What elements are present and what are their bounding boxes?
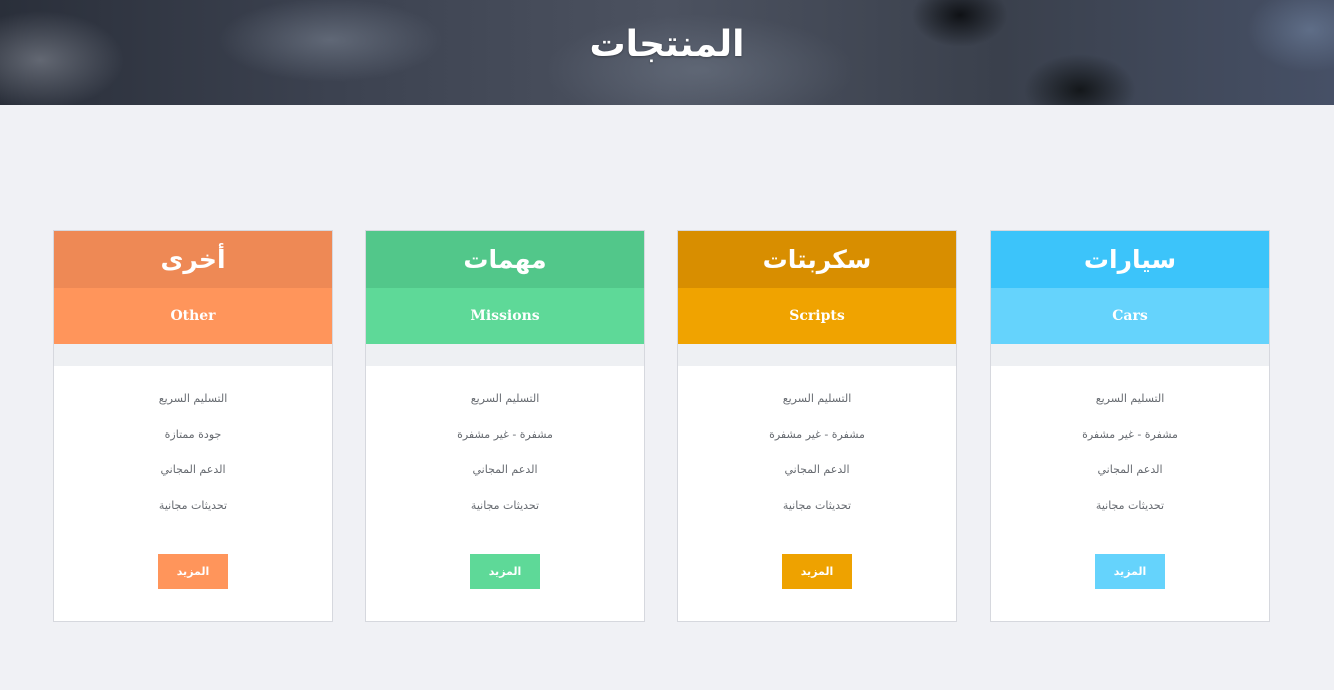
card-divider: [991, 344, 1269, 366]
card-divider: [366, 344, 644, 366]
feature-item: الدعم المجاني: [784, 463, 850, 476]
product-card-other: أخرى Other التسليم السريع جودة ممتازة ال…: [53, 230, 333, 622]
feature-item: تحديثات مجانية: [1095, 498, 1165, 512]
product-card-cars: سيارات Cars التسليم السريع مشفرة - غير م…: [990, 230, 1270, 622]
feature-item: تحديثات مجانية: [782, 498, 852, 512]
product-card-scripts: سكربتات Scripts التسليم السريع مشفرة - غ…: [677, 230, 957, 622]
card-title: سيارات: [991, 231, 1269, 288]
feature-list: التسليم السريع مشفرة - غير مشفرة الدعم ا…: [991, 366, 1269, 530]
feature-list: التسليم السريع مشفرة - غير مشفرة الدعم ا…: [678, 366, 956, 530]
feature-item: مشفرة - غير مشفرة: [457, 427, 553, 441]
feature-item: مشفرة - غير مشفرة: [1082, 427, 1178, 441]
more-button[interactable]: المزيد: [1095, 554, 1165, 589]
feature-item: الدعم المجاني: [472, 463, 538, 476]
feature-item: الدعم المجاني: [160, 463, 226, 476]
feature-list: التسليم السريع جودة ممتازة الدعم المجاني…: [54, 366, 332, 530]
feature-item: تحديثات مجانية: [470, 498, 540, 512]
card-divider: [54, 344, 332, 366]
card-subtitle: Cars: [991, 288, 1269, 344]
more-button[interactable]: المزيد: [782, 554, 852, 589]
feature-item: جودة ممتازة: [164, 427, 222, 441]
card-title: أخرى: [54, 231, 332, 288]
card-title: مهمات: [366, 231, 644, 288]
feature-item: الدعم المجاني: [1097, 463, 1163, 476]
more-button[interactable]: المزيد: [470, 554, 540, 589]
feature-item: تحديثات مجانية: [158, 498, 228, 512]
card-subtitle: Missions: [366, 288, 644, 344]
card-title: سكربتات: [678, 231, 956, 288]
feature-item: التسليم السريع: [470, 392, 540, 405]
hero-banner: المنتجات: [0, 0, 1334, 105]
card-divider: [678, 344, 956, 366]
card-subtitle: Other: [54, 288, 332, 344]
card-subtitle: Scripts: [678, 288, 956, 344]
more-button[interactable]: المزيد: [158, 554, 228, 589]
feature-item: التسليم السريع: [782, 392, 852, 405]
feature-item: مشفرة - غير مشفرة: [769, 427, 865, 441]
product-card-missions: مهمات Missions التسليم السريع مشفرة - غي…: [365, 230, 645, 622]
feature-item: التسليم السريع: [1095, 392, 1165, 405]
feature-item: التسليم السريع: [158, 392, 228, 405]
page-title: المنتجات: [589, 24, 745, 65]
feature-list: التسليم السريع مشفرة - غير مشفرة الدعم ا…: [366, 366, 644, 530]
